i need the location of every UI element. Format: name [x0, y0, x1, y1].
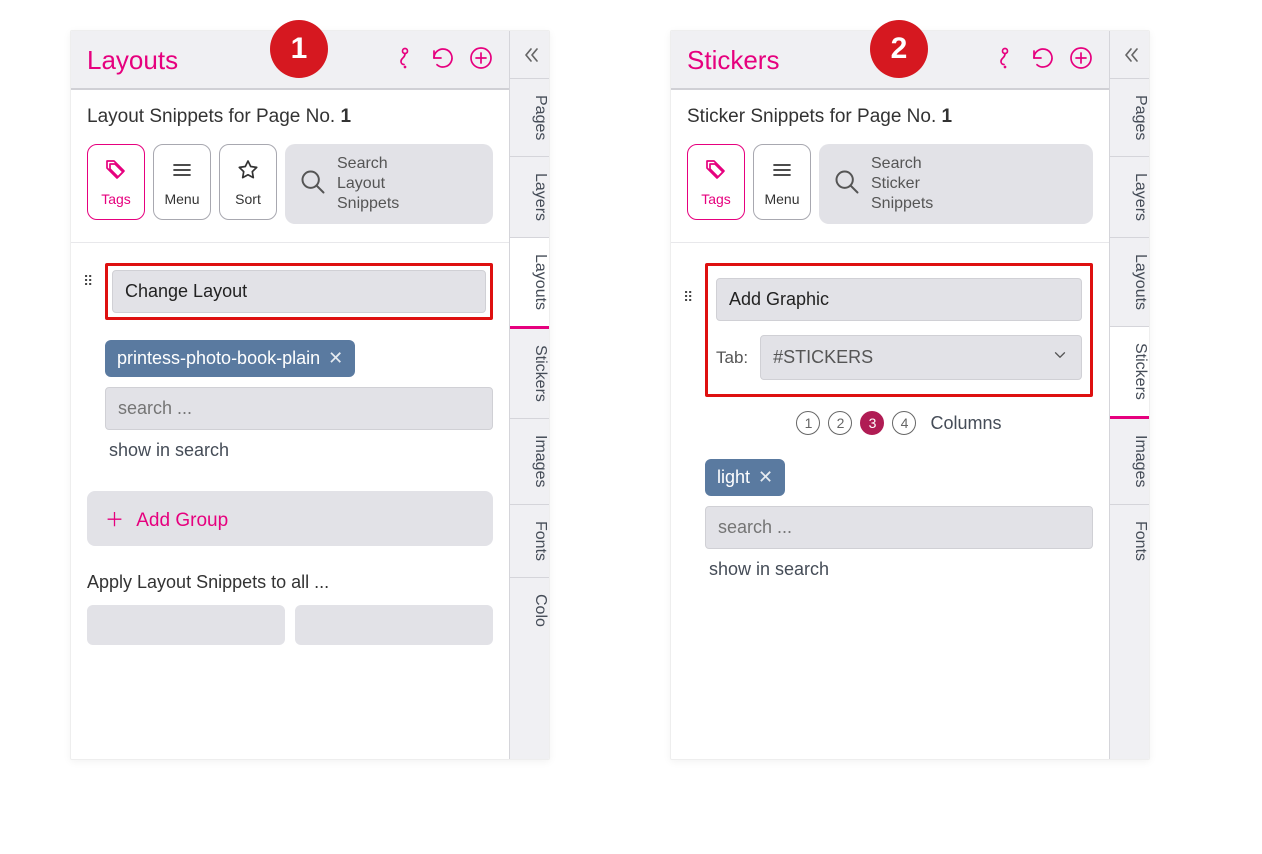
add-icon[interactable]: [469, 46, 493, 75]
apply-option-placeholder[interactable]: [295, 605, 493, 645]
side-tabs: Pages Layers Layouts Stickers Images Fon…: [1109, 31, 1149, 759]
applied-tag-chip[interactable]: light ✕: [705, 459, 785, 496]
tags-label: Tags: [101, 191, 131, 207]
layouts-screenshot: 1 Layouts: [70, 30, 550, 760]
columns-label: Columns: [930, 413, 1001, 434]
tab-stickers[interactable]: Stickers: [510, 329, 549, 419]
plus-icon: ＋: [105, 510, 124, 531]
columns-4[interactable]: 4: [892, 411, 916, 435]
columns-1[interactable]: 1: [796, 411, 820, 435]
group-name-input[interactable]: [716, 278, 1082, 321]
tab-dropdown-value: #STICKERS: [773, 347, 873, 368]
refresh-icon[interactable]: [1031, 46, 1055, 75]
add-icon[interactable]: [1069, 46, 1093, 75]
tab-colors[interactable]: Colo: [510, 578, 549, 643]
tab-layouts[interactable]: Layouts: [1110, 238, 1149, 327]
add-group-button[interactable]: ＋ Add Group: [87, 491, 493, 546]
panel-subtitle: Sticker Snippets for Page No. 1: [687, 106, 1093, 128]
tab-layouts[interactable]: Layouts: [510, 238, 549, 329]
search-snippets-label: Search Layout Snippets: [337, 154, 399, 214]
chevron-down-icon: [1051, 346, 1069, 369]
search-snippets-label: Search Sticker Snippets: [871, 154, 933, 214]
tags-icon: [104, 158, 128, 185]
sort-label: Sort: [235, 191, 261, 207]
search-snippets-button[interactable]: Search Layout Snippets: [285, 144, 493, 224]
menu-label: Menu: [764, 191, 799, 207]
tab-images[interactable]: Images: [1110, 419, 1149, 504]
sort-button[interactable]: Sort: [219, 144, 277, 220]
tab-images[interactable]: Images: [510, 419, 549, 504]
tags-button[interactable]: Tags: [687, 144, 745, 220]
tab-fonts[interactable]: Fonts: [1110, 505, 1149, 577]
stickers-screenshot: 2 Stickers: [670, 30, 1150, 760]
help-icon[interactable]: [993, 46, 1017, 75]
search-snippets-button[interactable]: Search Sticker Snippets: [819, 144, 1093, 224]
group-name-input[interactable]: [112, 270, 486, 313]
panel-title: Stickers: [687, 45, 779, 76]
tab-fonts[interactable]: Fonts: [510, 505, 549, 578]
tab-layers[interactable]: Layers: [1110, 157, 1149, 238]
add-group-label: Add Group: [136, 510, 228, 531]
tab-pages[interactable]: Pages: [1110, 79, 1149, 157]
remove-chip-icon[interactable]: ✕: [328, 348, 343, 369]
tags-label: Tags: [701, 191, 731, 207]
apply-option-placeholder[interactable]: [87, 605, 285, 645]
menu-icon: [170, 158, 194, 185]
show-in-search-toggle[interactable]: show in search: [109, 440, 493, 461]
chip-label: light: [717, 467, 750, 488]
menu-button[interactable]: Menu: [153, 144, 211, 220]
apply-snippets-label: Apply Layout Snippets to all ...: [87, 572, 493, 593]
tab-field-label: Tab:: [716, 348, 748, 368]
tab-pages[interactable]: Pages: [510, 79, 549, 157]
tags-icon: [704, 158, 728, 185]
star-icon: [236, 158, 260, 185]
collapse-icon[interactable]: [1110, 31, 1149, 79]
annotation-badge-1: 1: [270, 20, 328, 78]
menu-label: Menu: [164, 191, 199, 207]
tags-button[interactable]: Tags: [87, 144, 145, 220]
tab-stickers[interactable]: Stickers: [1110, 327, 1149, 419]
tab-dropdown[interactable]: #STICKERS: [760, 335, 1082, 380]
chip-label: printess-photo-book-plain: [117, 348, 320, 369]
show-in-search-toggle[interactable]: show in search: [709, 559, 1093, 580]
columns-selector: 1 2 3 4 Columns: [705, 411, 1093, 435]
refresh-icon[interactable]: [431, 46, 455, 75]
panel-subtitle: Layout Snippets for Page No. 1: [87, 106, 493, 128]
search-input[interactable]: [105, 387, 493, 430]
search-icon: [833, 168, 861, 201]
columns-2[interactable]: 2: [828, 411, 852, 435]
group-name-highlight: [105, 263, 493, 320]
side-tabs: Pages Layers Layouts Stickers Images Fon…: [509, 31, 549, 759]
columns-3[interactable]: 3: [860, 411, 884, 435]
help-icon[interactable]: [393, 46, 417, 75]
remove-chip-icon[interactable]: ✕: [758, 467, 773, 488]
menu-icon: [770, 158, 794, 185]
search-input[interactable]: [705, 506, 1093, 549]
drag-handle-icon[interactable]: ⠿: [683, 289, 693, 306]
panel-title: Layouts: [87, 45, 178, 76]
applied-tag-chip[interactable]: printess-photo-book-plain ✕: [105, 340, 355, 377]
group-config-highlight: Tab: #STICKERS: [705, 263, 1093, 397]
search-icon: [299, 168, 327, 201]
tab-layers[interactable]: Layers: [510, 157, 549, 238]
annotation-badge-2: 2: [870, 20, 928, 78]
drag-handle-icon[interactable]: ⠿: [83, 273, 93, 290]
collapse-icon[interactable]: [510, 31, 549, 79]
menu-button[interactable]: Menu: [753, 144, 811, 220]
